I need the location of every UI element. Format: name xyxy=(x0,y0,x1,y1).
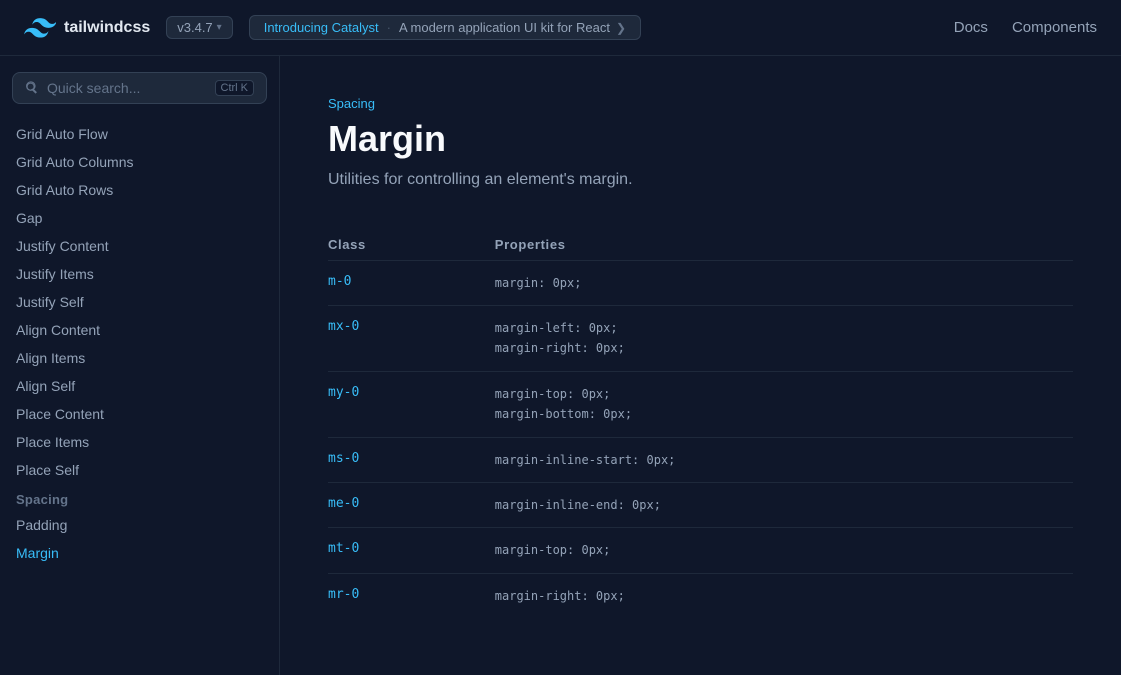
class-cell: my-0 xyxy=(328,371,479,437)
property-cell: margin-inline-end: 0px; xyxy=(479,482,1073,527)
property-value: margin-inline-end: 0px; xyxy=(495,495,1057,515)
search-box[interactable]: Quick search... Ctrl K xyxy=(12,72,267,104)
search-icon xyxy=(25,81,39,95)
sidebar-item-justify-content[interactable]: Justify Content xyxy=(0,232,279,260)
sidebar-item-padding[interactable]: Padding xyxy=(0,511,279,539)
announcement-bar[interactable]: Introducing Catalyst · A modern applicat… xyxy=(249,15,641,40)
announcement-link: A modern application UI kit for React xyxy=(399,20,610,35)
sidebar-section-spacing: Spacing xyxy=(0,484,279,511)
logo-text: tailwindcss xyxy=(64,19,150,37)
main-layout: Quick search... Ctrl K Grid Auto Flow Gr… xyxy=(0,56,1121,675)
table-row: mx-0 margin-left: 0px;margin-right: 0px; xyxy=(328,305,1073,371)
class-name: m-0 xyxy=(328,274,351,289)
property-cell: margin: 0px; xyxy=(479,260,1073,305)
tailwind-logo xyxy=(24,12,56,44)
class-cell: m-0 xyxy=(328,260,479,305)
table-row: ms-0 margin-inline-start: 0px; xyxy=(328,437,1073,482)
class-cell: ms-0 xyxy=(328,437,479,482)
announcement-title: Introducing Catalyst xyxy=(264,20,379,35)
sidebar: Quick search... Ctrl K Grid Auto Flow Gr… xyxy=(0,56,280,675)
table-row: mr-0 margin-right: 0px; xyxy=(328,573,1073,618)
property-value: margin: 0px; xyxy=(495,273,1057,293)
property-value: margin-left: 0px;margin-right: 0px; xyxy=(495,318,1057,359)
sidebar-item-margin[interactable]: Margin xyxy=(0,539,279,567)
class-name: mx-0 xyxy=(328,319,359,334)
page-subtitle: Utilities for controlling an element's m… xyxy=(328,171,1073,189)
property-cell: margin-right: 0px; xyxy=(479,573,1073,618)
property-value: margin-inline-start: 0px; xyxy=(495,450,1057,470)
class-name: me-0 xyxy=(328,496,359,511)
sidebar-item-grid-auto-rows[interactable]: Grid Auto Rows xyxy=(0,176,279,204)
table-row: me-0 margin-inline-end: 0px; xyxy=(328,482,1073,527)
announcement-separator: · xyxy=(387,20,391,35)
chevron-down-icon: ▾ xyxy=(217,22,222,33)
logo-area: tailwindcss xyxy=(24,12,150,44)
version-label: v3.4.7 xyxy=(177,20,212,35)
sidebar-item-justify-items[interactable]: Justify Items xyxy=(0,260,279,288)
sidebar-item-align-content[interactable]: Align Content xyxy=(0,316,279,344)
property-value: margin-top: 0px; xyxy=(495,540,1057,560)
sidebar-item-grid-auto-columns[interactable]: Grid Auto Columns xyxy=(0,148,279,176)
sidebar-item-align-self[interactable]: Align Self xyxy=(0,372,279,400)
search-placeholder: Quick search... xyxy=(47,80,207,96)
table-row: my-0 margin-top: 0px;margin-bottom: 0px; xyxy=(328,371,1073,437)
property-value: margin-right: 0px; xyxy=(495,586,1057,606)
property-cell: margin-inline-start: 0px; xyxy=(479,437,1073,482)
property-value: margin-top: 0px;margin-bottom: 0px; xyxy=(495,384,1057,425)
class-name: ms-0 xyxy=(328,451,359,466)
sidebar-item-place-content[interactable]: Place Content xyxy=(0,400,279,428)
header-nav: Docs Components xyxy=(954,19,1097,36)
class-name: mr-0 xyxy=(328,587,359,602)
col-properties: Properties xyxy=(479,229,1073,261)
reference-table: Class Properties m-0 margin: 0px; mx-0 marg… xyxy=(328,229,1073,619)
class-name: mt-0 xyxy=(328,541,359,556)
class-cell: me-0 xyxy=(328,482,479,527)
search-shortcut: Ctrl K xyxy=(215,80,255,96)
col-class: Class xyxy=(328,229,479,261)
class-name: my-0 xyxy=(328,385,359,400)
table-row: m-0 margin: 0px; xyxy=(328,260,1073,305)
property-cell: margin-top: 0px;margin-bottom: 0px; xyxy=(479,371,1073,437)
property-cell: margin-left: 0px;margin-right: 0px; xyxy=(479,305,1073,371)
property-cell: margin-top: 0px; xyxy=(479,528,1073,573)
sidebar-item-justify-self[interactable]: Justify Self xyxy=(0,288,279,316)
table-row: mt-0 margin-top: 0px; xyxy=(328,528,1073,573)
class-cell: mr-0 xyxy=(328,573,479,618)
sidebar-item-place-items[interactable]: Place Items xyxy=(0,428,279,456)
announcement-arrow: ❯ xyxy=(616,21,626,35)
sidebar-item-grid-auto-flow[interactable]: Grid Auto Flow xyxy=(0,120,279,148)
version-badge[interactable]: v3.4.7 ▾ xyxy=(166,16,232,39)
class-cell: mx-0 xyxy=(328,305,479,371)
nav-components[interactable]: Components xyxy=(1012,19,1097,36)
sidebar-item-align-items[interactable]: Align Items xyxy=(0,344,279,372)
class-cell: mt-0 xyxy=(328,528,479,573)
content-area: Spacing Margin Utilities for controlling… xyxy=(280,56,1121,675)
sidebar-item-place-self[interactable]: Place Self xyxy=(0,456,279,484)
page-title: Margin xyxy=(328,119,1073,159)
nav-docs[interactable]: Docs xyxy=(954,19,988,36)
sidebar-items-above: Grid Auto Flow Grid Auto Columns Grid Au… xyxy=(0,120,279,484)
header: tailwindcss v3.4.7 ▾ Introducing Catalys… xyxy=(0,0,1121,56)
sidebar-item-gap[interactable]: Gap xyxy=(0,204,279,232)
breadcrumb: Spacing xyxy=(328,96,1073,111)
